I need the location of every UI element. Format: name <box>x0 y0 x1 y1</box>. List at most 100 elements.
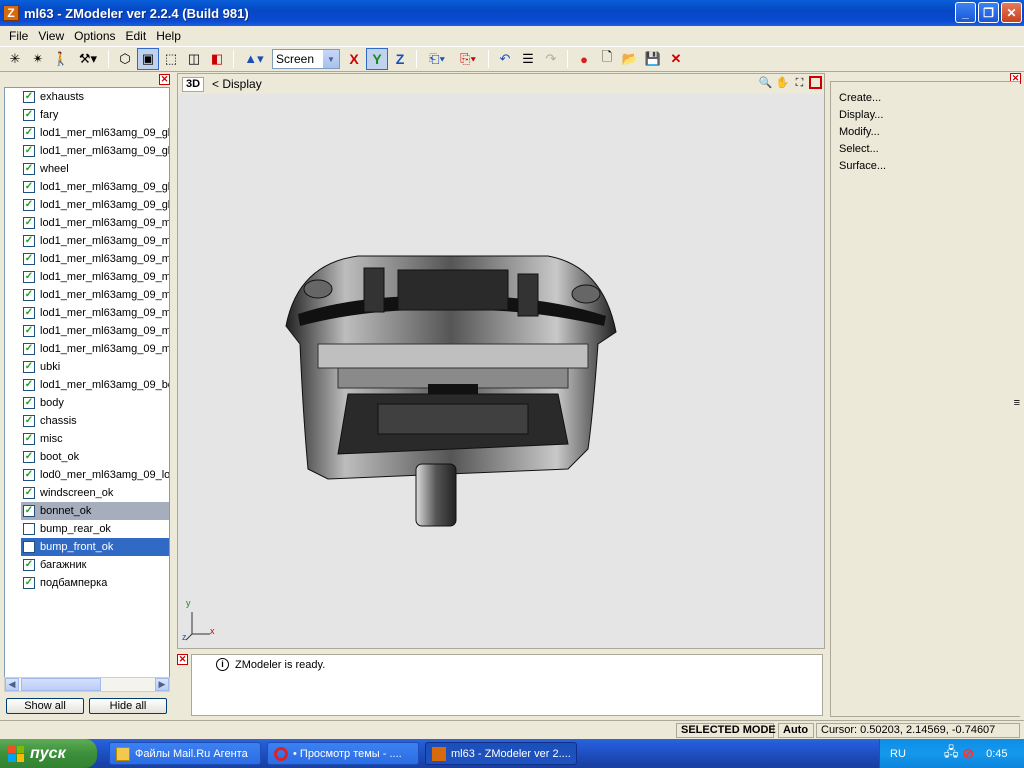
viewport-3d[interactable]: 3D < Display 🔍 ✋ ⛶ y x z <box>177 73 825 649</box>
visibility-checkbox[interactable]: ✓ <box>23 235 35 247</box>
select-object-icon[interactable]: ✴ <box>27 48 49 70</box>
list-item[interactable]: ✓ body <box>5 394 169 412</box>
undo-list-icon[interactable]: ☰ <box>517 48 539 70</box>
visibility-checkbox[interactable]: ✓ <box>23 163 35 175</box>
restore-button[interactable]: ❐ <box>978 2 999 23</box>
visibility-checkbox[interactable]: ✓ <box>23 469 35 481</box>
list-item[interactable]: ✓ lod0_mer_ml63amg_09_lod <box>5 466 169 484</box>
visibility-checkbox[interactable]: ✓ <box>23 181 35 193</box>
taskbar-item-mailru[interactable]: Файлы Mail.Ru Агента <box>109 742 261 765</box>
cube-mode-icon[interactable]: ⬚ <box>160 48 182 70</box>
viewport-display-label[interactable]: < Display <box>212 77 262 91</box>
scroll-right-icon[interactable]: ▶ <box>155 678 169 691</box>
zoom-icon[interactable]: 🔍 <box>758 76 773 91</box>
visibility-checkbox[interactable]: ✓ <box>23 199 35 211</box>
list-item[interactable]: ✓ bonnet_ok <box>21 502 169 520</box>
scroll-thumb[interactable] <box>21 678 101 691</box>
visibility-checkbox[interactable]: ✓ <box>23 307 35 319</box>
close-log-panel-icon[interactable]: ✕ <box>177 654 188 665</box>
maximize-viewport-icon[interactable] <box>809 76 822 89</box>
visibility-checkbox[interactable]: ✓ <box>23 415 35 427</box>
visibility-checkbox[interactable] <box>23 523 35 535</box>
horizontal-scrollbar[interactable]: ◀ ▶ <box>4 677 170 692</box>
log-output[interactable]: i ZModeler is ready. <box>191 654 823 716</box>
red-cube-mode-icon[interactable]: ◧ <box>206 48 228 70</box>
list-item[interactable]: ✓ lod1_mer_ml63amg_09_mir <box>5 322 169 340</box>
visibility-checkbox[interactable]: ✓ <box>23 325 35 337</box>
command-surface[interactable]: Surface... <box>839 158 1020 175</box>
taskbar-item-browser[interactable]: • Просмотр темы - .... <box>267 742 419 765</box>
axis-z-button[interactable]: Z <box>389 48 411 70</box>
list-item[interactable]: ✓ wheel <box>5 160 169 178</box>
scroll-left-icon[interactable]: ◀ <box>5 678 19 691</box>
list-item[interactable]: ✓ lod1_mer_ml63amg_09_mir <box>5 250 169 268</box>
walker-icon[interactable]: 🚶 <box>50 48 72 70</box>
new-file-icon[interactable]: 🗋 <box>596 48 618 70</box>
visibility-checkbox[interactable]: ✓ <box>23 451 35 463</box>
redo-icon[interactable]: ↷ <box>540 48 562 70</box>
face-mode-icon[interactable]: ◫ <box>183 48 205 70</box>
title-bar[interactable]: Z ml63 - ZModeler ver 2.2.4 (Build 981) … <box>0 0 1024 26</box>
list-item[interactable]: ✓ misc <box>5 430 169 448</box>
list-item[interactable]: ✓ lod1_mer_ml63amg_09_gla <box>5 178 169 196</box>
list-item[interactable]: ✓ багажник <box>5 556 169 574</box>
command-modify[interactable]: Modify... <box>839 124 1020 141</box>
visibility-checkbox[interactable]: ✓ <box>23 505 35 517</box>
list-item[interactable]: ✓ fary <box>5 106 169 124</box>
list-item[interactable]: ✓ lod1_mer_ml63amg_09_mir <box>5 286 169 304</box>
visibility-checkbox[interactable]: ✓ <box>23 397 35 409</box>
menu-file[interactable]: File <box>4 29 33 43</box>
list-item[interactable]: ✓ chassis <box>5 412 169 430</box>
menu-help[interactable]: Help <box>151 29 186 43</box>
axis-y-button[interactable]: Y <box>366 48 388 70</box>
list-item[interactable]: ✓ exhausts <box>5 88 169 106</box>
list-item[interactable]: ✓ lod1_mer_ml63amg_09_mir <box>5 268 169 286</box>
visibility-checkbox[interactable]: ✓ <box>23 91 35 103</box>
command-display[interactable]: Display... <box>839 107 1020 124</box>
start-button[interactable]: пуск <box>0 739 97 768</box>
network-icon[interactable]: 🖧 <box>944 743 959 765</box>
visibility-checkbox[interactable]: ✓ <box>23 343 35 355</box>
record-icon[interactable]: ● <box>573 48 595 70</box>
vertex-mode-icon[interactable]: ⬡ <box>114 48 136 70</box>
list-item[interactable]: bump_front_ok <box>21 538 169 556</box>
visibility-checkbox[interactable]: ✓ <box>23 361 35 373</box>
chevron-down-icon[interactable]: ▼ <box>323 50 339 68</box>
minimize-button[interactable]: _ <box>955 2 976 23</box>
visibility-checkbox[interactable]: ✓ <box>23 109 35 121</box>
visibility-checkbox[interactable]: ✓ <box>23 289 35 301</box>
command-select[interactable]: Select... <box>839 141 1020 158</box>
list-item[interactable]: ✓ lod1_mer_ml63amg_09_gla <box>5 142 169 160</box>
hide-all-button[interactable]: Hide all <box>89 698 167 714</box>
visibility-checkbox[interactable]: ✓ <box>23 433 35 445</box>
select-vertex-icon[interactable]: ✳ <box>4 48 26 70</box>
viewport-mode-badge[interactable]: 3D <box>182 76 204 92</box>
list-item[interactable]: ✓ lod1_mer_ml63amg_09_mir <box>5 232 169 250</box>
visibility-checkbox[interactable]: ✓ <box>23 559 35 571</box>
open-folder-icon[interactable]: 📂 <box>619 48 641 70</box>
list-item[interactable]: ✓ lod1_mer_ml63amg_09_mir <box>5 214 169 232</box>
axis-x-button[interactable]: X <box>343 48 365 70</box>
show-all-button[interactable]: Show all <box>6 698 84 714</box>
coord-system-select[interactable]: Screen ▼ <box>272 49 340 69</box>
menu-edit[interactable]: Edit <box>121 29 152 43</box>
import-dropdown-icon[interactable]: ⎗▾ <box>422 48 452 70</box>
menu-options[interactable]: Options <box>69 29 120 43</box>
panel-splitter-icon[interactable]: ≡ <box>1014 397 1020 409</box>
transform-tool-dropdown-icon[interactable]: ⚒▾ <box>73 48 103 70</box>
command-create[interactable]: Create... <box>839 90 1020 107</box>
list-item[interactable]: ✓ lod1_mer_ml63amg_09_mir <box>5 340 169 358</box>
list-item[interactable]: ✓ lod1_mer_ml63amg_09_gla <box>5 196 169 214</box>
language-indicator[interactable]: RU <box>890 748 906 760</box>
cone-tool-dropdown-icon[interactable]: ▲▾ <box>239 48 269 70</box>
visibility-checkbox[interactable]: ✓ <box>23 487 35 499</box>
list-item[interactable]: bump_rear_ok <box>5 520 169 538</box>
object-mode-icon[interactable]: ▣ <box>137 48 159 70</box>
objects-list[interactable]: ✓ exhausts ✓ fary ✓ lod1_mer_ml63amg_09_gla ✓ l… <box>4 87 170 681</box>
save-icon[interactable]: 💾 <box>642 48 664 70</box>
visibility-checkbox[interactable]: ✓ <box>23 217 35 229</box>
visibility-checkbox[interactable]: ✓ <box>23 127 35 139</box>
zmodeler-app-icon[interactable]: Z <box>3 5 19 21</box>
visibility-checkbox[interactable]: ✓ <box>23 271 35 283</box>
pan-hand-icon[interactable]: ✋ <box>775 76 790 91</box>
